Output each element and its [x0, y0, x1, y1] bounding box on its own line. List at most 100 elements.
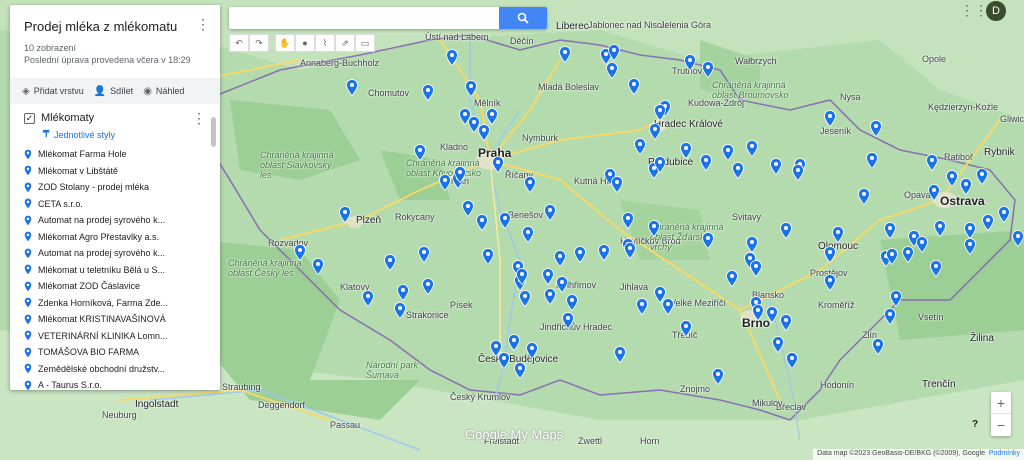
map-marker[interactable]	[608, 44, 620, 62]
map-marker[interactable]	[498, 352, 510, 370]
map-marker[interactable]	[746, 140, 758, 158]
map-marker[interactable]	[934, 220, 946, 238]
map-marker[interactable]	[478, 124, 490, 142]
map-marker[interactable]	[634, 138, 646, 156]
list-item[interactable]: Mlékomat KRISTINAVAŠINOVÁ	[10, 311, 220, 328]
zoom-in-button[interactable]: +	[991, 392, 1011, 414]
map-marker[interactable]	[486, 108, 498, 126]
add-layer-button[interactable]: ◈ Přidat vrstvu	[22, 86, 84, 97]
map-marker[interactable]	[648, 220, 660, 238]
map-marker[interactable]	[422, 84, 434, 102]
map-marker[interactable]	[684, 54, 696, 72]
map-marker[interactable]	[508, 334, 520, 352]
map-marker[interactable]	[606, 62, 618, 80]
map-marker[interactable]	[346, 79, 358, 97]
add-marker-tool[interactable]: ●	[295, 34, 315, 52]
panel-scrollbar[interactable]	[211, 117, 216, 147]
list-item[interactable]: Mlékomat u teletníku Bělá u S...	[10, 262, 220, 279]
map-marker[interactable]	[746, 236, 758, 254]
list-item[interactable]: Mlékomat ZOD Čáslavice	[10, 278, 220, 295]
map-marker[interactable]	[960, 178, 972, 196]
map-marker[interactable]	[824, 110, 836, 128]
map-marker[interactable]	[982, 214, 994, 232]
map-marker[interactable]	[614, 346, 626, 364]
map-marker[interactable]	[702, 232, 714, 250]
map-marker[interactable]	[524, 176, 536, 194]
map-marker[interactable]	[294, 244, 306, 262]
map-marker[interactable]	[890, 290, 902, 308]
map-marker[interactable]	[574, 246, 586, 264]
map-marker[interactable]	[766, 306, 778, 324]
layer-checkbox[interactable]: ✓	[24, 112, 35, 124]
map-marker[interactable]	[886, 248, 898, 266]
map-marker[interactable]	[654, 156, 666, 174]
map-marker[interactable]	[780, 222, 792, 240]
list-item[interactable]: CETA s.r.o.	[10, 196, 220, 213]
preview-button[interactable]: ◉ Náhled	[143, 86, 184, 97]
draw-line-tool[interactable]: ⌇	[315, 34, 335, 52]
map-marker[interactable]	[598, 244, 610, 262]
map-marker[interactable]	[526, 342, 538, 360]
map-marker[interactable]	[559, 46, 571, 64]
map-marker[interactable]	[476, 214, 488, 232]
undo-button[interactable]: ↶	[229, 34, 249, 52]
terms-link[interactable]: Podmínky	[989, 450, 1020, 457]
search-input[interactable]	[229, 7, 499, 29]
map-marker[interactable]	[858, 188, 870, 206]
map-title[interactable]: Prodej mléka z mlékomatu	[24, 19, 206, 34]
map-marker[interactable]	[916, 236, 928, 254]
map-marker[interactable]	[422, 278, 434, 296]
map-marker[interactable]	[312, 258, 324, 276]
list-item[interactable]: Mlékomat Agro Přestavlky a.s.	[10, 229, 220, 246]
search-button[interactable]	[499, 7, 547, 29]
map-marker[interactable]	[964, 238, 976, 256]
map-marker[interactable]	[624, 242, 636, 260]
map-marker[interactable]	[465, 80, 477, 98]
map-marker[interactable]	[700, 154, 712, 172]
map-marker[interactable]	[930, 260, 942, 278]
list-item[interactable]: Automat na prodej syrového k...	[10, 245, 220, 262]
map-marker[interactable]	[884, 222, 896, 240]
map-marker[interactable]	[866, 152, 878, 170]
map-marker[interactable]	[562, 312, 574, 330]
map-marker[interactable]	[649, 123, 661, 141]
list-item[interactable]: Zdenka Horníková, Farma Zde...	[10, 295, 220, 312]
map-marker[interactable]	[786, 352, 798, 370]
map-marker[interactable]	[832, 226, 844, 244]
map-marker[interactable]	[446, 49, 458, 67]
map-marker[interactable]	[1012, 230, 1024, 248]
map-marker[interactable]	[522, 226, 534, 244]
map-marker[interactable]	[824, 274, 836, 292]
avatar[interactable]: D	[986, 1, 1006, 21]
measure-tool[interactable]: ▭	[355, 34, 375, 52]
map-marker[interactable]	[362, 290, 374, 308]
list-item[interactable]: Automat na prodej syrového k...	[10, 212, 220, 229]
map-marker[interactable]	[514, 362, 526, 380]
map-marker[interactable]	[622, 212, 634, 230]
layer-name[interactable]: Mlékomaty	[41, 112, 94, 124]
map-marker[interactable]	[964, 222, 976, 240]
map-marker[interactable]	[902, 246, 914, 264]
map-marker[interactable]	[384, 254, 396, 272]
map-marker[interactable]	[462, 200, 474, 218]
list-item[interactable]: VETERINÁRNÍ KLINIKA Lomn...	[10, 328, 220, 345]
map-marker[interactable]	[926, 154, 938, 172]
layer-menu-icon[interactable]: ⋮	[192, 110, 206, 127]
map-marker[interactable]	[770, 158, 782, 176]
map-marker[interactable]	[544, 288, 556, 306]
map-marker[interactable]	[542, 268, 554, 286]
map-marker[interactable]	[722, 144, 734, 162]
map-marker[interactable]	[792, 164, 804, 182]
map-marker[interactable]	[680, 142, 692, 160]
layer-style-link[interactable]: Jednotlivé styly	[42, 129, 206, 140]
map-marker[interactable]	[872, 338, 884, 356]
map-marker[interactable]	[726, 270, 738, 288]
map-marker[interactable]	[680, 320, 692, 338]
help-icon[interactable]: ?	[972, 419, 984, 431]
map-marker[interactable]	[702, 61, 714, 79]
map-marker[interactable]	[712, 368, 724, 386]
map-marker[interactable]	[662, 298, 674, 316]
map-marker[interactable]	[394, 302, 406, 320]
map-marker[interactable]	[611, 176, 623, 194]
map-marker[interactable]	[454, 166, 466, 184]
